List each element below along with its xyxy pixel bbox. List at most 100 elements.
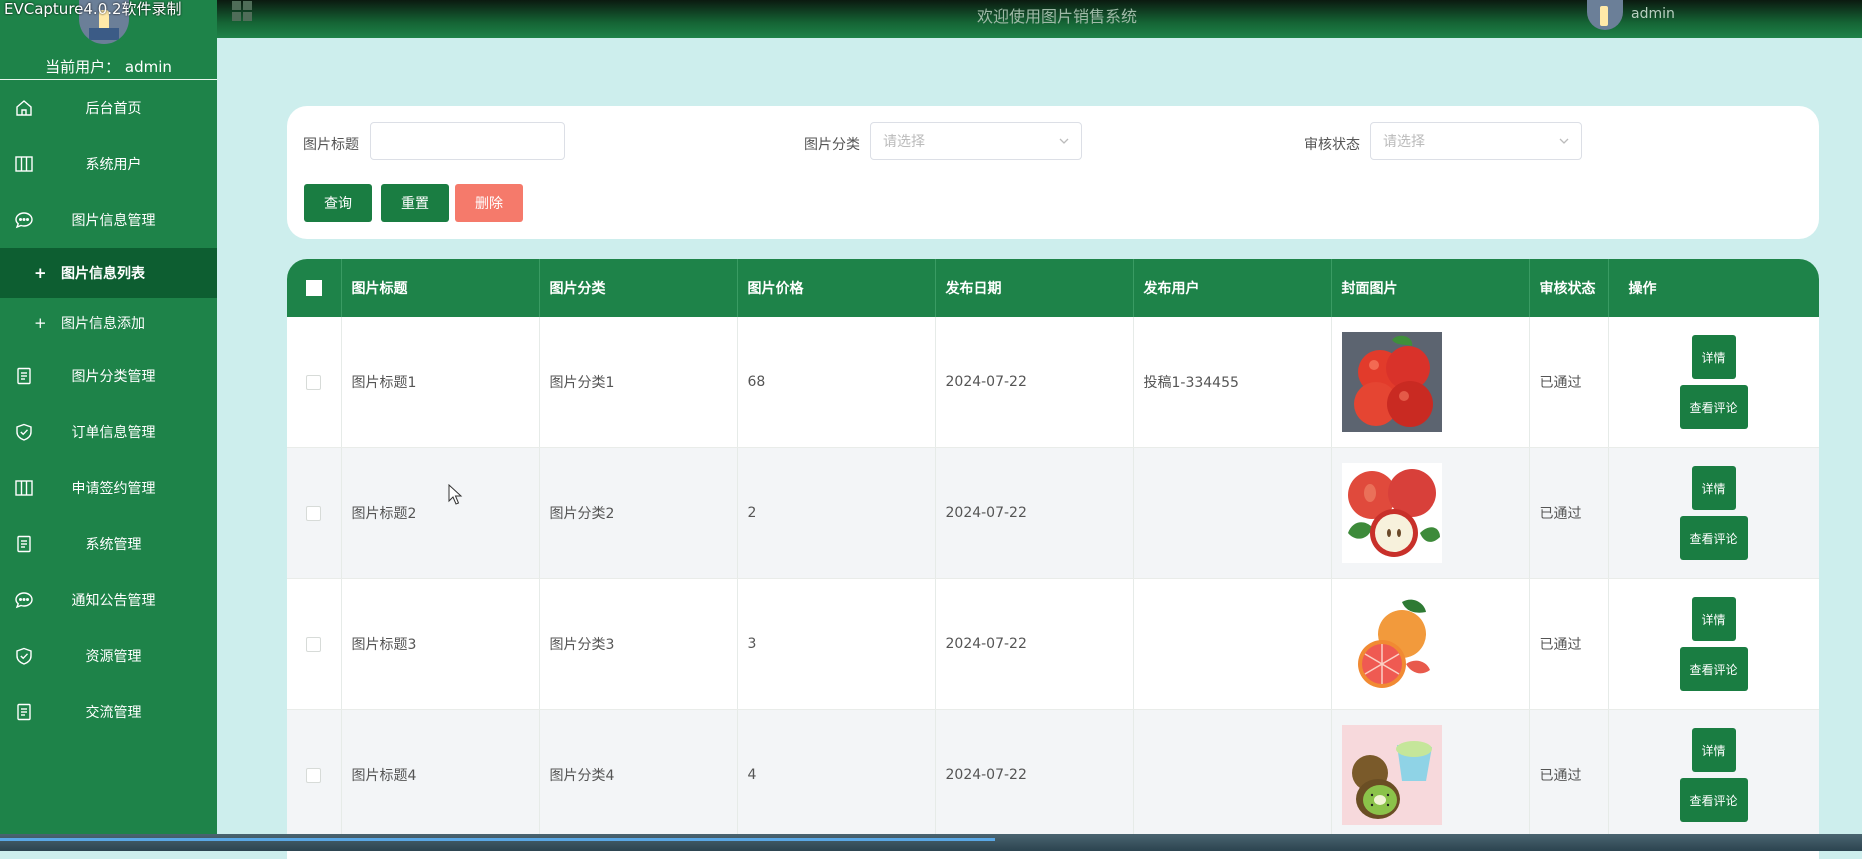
cell-date: 2024-07-22	[935, 578, 1134, 710]
mouse-cursor-icon	[448, 484, 463, 505]
cell-user	[1133, 578, 1332, 710]
sidebar-item-system-users[interactable]: 系统用户	[0, 136, 217, 192]
header-select-all[interactable]	[287, 259, 342, 317]
sidebar-item-contracts[interactable]: 申请签约管理	[0, 460, 217, 516]
columns-icon	[15, 480, 33, 496]
category-filter-label: 图片分类	[804, 137, 860, 153]
reset-button[interactable]: 重置	[381, 184, 449, 222]
sidebar: 当前用户： admin 后台首页 系统用户 图片信息管理 + 图片信息列表 + …	[0, 0, 217, 851]
sidebar-item-image-category[interactable]: 图片分类管理	[0, 348, 217, 404]
table-row: 图片标题2 图片分类2 2 2024-07-22 已通过 详情 查看评论	[287, 447, 1819, 579]
cell-status: 已通过	[1529, 447, 1609, 579]
sidebar-subitem-image-list[interactable]: + 图片信息列表	[0, 248, 217, 298]
cell-category: 图片分类4	[539, 709, 738, 841]
document-icon	[17, 367, 31, 385]
view-comments-button[interactable]: 查看评论	[1679, 647, 1748, 691]
current-user-name: admin	[124, 58, 172, 76]
row-checkbox[interactable]	[306, 636, 322, 652]
recording-progress	[0, 838, 995, 841]
sidebar-item-resources[interactable]: 资源管理	[0, 628, 217, 684]
row-select[interactable]	[287, 578, 342, 710]
sidebar-item-image-info[interactable]: 图片信息管理	[0, 192, 217, 248]
cover-image-grapefruit[interactable]	[1341, 594, 1442, 694]
top-username[interactable]: admin	[1631, 6, 1675, 22]
cover-image-kiwi[interactable]	[1341, 725, 1442, 825]
plus-icon: +	[34, 264, 47, 282]
cell-price: 2	[737, 447, 936, 579]
cell-cover	[1331, 317, 1530, 448]
sidebar-item-home[interactable]: 后台首页	[0, 80, 217, 136]
plus-icon: +	[34, 314, 47, 332]
view-comments-button[interactable]: 查看评论	[1679, 385, 1748, 429]
detail-button[interactable]: 详情	[1691, 597, 1736, 641]
page-title: 欢迎使用图片销售系统	[977, 7, 1138, 26]
cell-user	[1133, 709, 1332, 841]
column-header-actions: 操作	[1608, 259, 1819, 317]
select-all-checkbox[interactable]	[305, 280, 322, 296]
category-filter-select[interactable]: 请选择	[870, 122, 1082, 160]
row-checkbox[interactable]	[306, 374, 322, 390]
detail-button[interactable]: 详情	[1691, 728, 1736, 772]
detail-button[interactable]: 详情	[1691, 466, 1736, 510]
sidebar-item-system[interactable]: 系统管理	[0, 516, 217, 572]
avatar[interactable]	[1587, 0, 1623, 30]
cell-price: 68	[737, 317, 936, 448]
cell-category: 图片分类2	[539, 447, 738, 579]
sidebar-item-exchange[interactable]: 交流管理	[0, 684, 217, 740]
column-header-cover: 封面图片	[1331, 259, 1530, 317]
query-button[interactable]: 查询	[304, 184, 372, 222]
column-header-date: 发布日期	[935, 259, 1134, 317]
status-filter-select[interactable]: 请选择	[1370, 122, 1582, 160]
cell-title: 图片标题4	[341, 709, 540, 841]
grid-menu-icon[interactable]	[231, 0, 253, 22]
cell-category: 图片分类1	[539, 317, 738, 448]
sidebar-subitem-image-add[interactable]: + 图片信息添加	[0, 298, 217, 348]
delete-button[interactable]: 删除	[455, 184, 523, 222]
shield-check-icon	[16, 647, 32, 665]
view-comments-button[interactable]: 查看评论	[1679, 516, 1748, 560]
chat-icon	[15, 592, 33, 609]
cell-title: 图片标题1	[341, 317, 540, 448]
data-table: 图片标题 图片分类 图片价格 发布日期 发布用户 封面图片 审核状态 操作 图片…	[287, 259, 1819, 859]
table-row: 图片标题1 图片分类1 68 2024-07-22 投稿1-334455 已通过	[287, 317, 1819, 448]
detail-button[interactable]: 详情	[1691, 335, 1736, 379]
column-header-status: 审核状态	[1529, 259, 1609, 317]
title-filter-input[interactable]	[370, 122, 565, 160]
cell-date: 2024-07-22	[935, 447, 1134, 579]
table-row: 图片标题4 图片分类4 4 2024-07-22 已通过 详情 查看评论	[287, 709, 1819, 841]
cell-cover	[1331, 578, 1530, 710]
cell-actions: 详情 查看评论	[1608, 578, 1819, 710]
row-checkbox[interactable]	[306, 505, 322, 521]
status-filter-placeholder: 请选择	[1383, 134, 1425, 150]
sidebar-menu: 后台首页 系统用户 图片信息管理 + 图片信息列表 + 图片信息添加 图片分类管…	[0, 80, 217, 740]
cell-actions: 详情 查看评论	[1608, 709, 1819, 841]
cell-status: 已通过	[1529, 317, 1609, 448]
recording-bar	[0, 834, 1862, 851]
column-header-category: 图片分类	[539, 259, 738, 317]
column-header-user: 发布用户	[1133, 259, 1332, 317]
cell-cover	[1331, 447, 1530, 579]
search-panel: 图片标题 图片分类 请选择 审核状态 请选择 查询 重置 删除	[287, 106, 1819, 239]
cell-user: 投稿1-334455	[1133, 317, 1332, 448]
cell-cover	[1331, 709, 1530, 841]
row-checkbox[interactable]	[306, 767, 322, 783]
cell-price: 3	[737, 578, 936, 710]
cell-status: 已通过	[1529, 709, 1609, 841]
row-select[interactable]	[287, 317, 342, 448]
column-header-title: 图片标题	[341, 259, 540, 317]
sidebar-item-orders[interactable]: 订单信息管理	[0, 404, 217, 460]
topbar: 欢迎使用图片销售系统 admin	[217, 0, 1862, 38]
sidebar-subitem-label: 图片信息添加	[61, 316, 145, 332]
recorder-watermark: EVCapture4.0.2软件录制	[4, 0, 182, 18]
row-select[interactable]	[287, 709, 342, 841]
current-user: 当前用户： admin	[0, 56, 217, 77]
chevron-down-icon	[1559, 138, 1569, 144]
column-header-price: 图片价格	[737, 259, 936, 317]
view-comments-button[interactable]: 查看评论	[1679, 778, 1748, 822]
cover-image-red-apples[interactable]	[1341, 332, 1442, 432]
cell-title: 图片标题2	[341, 447, 540, 579]
sidebar-item-notices[interactable]: 通知公告管理	[0, 572, 217, 628]
row-select[interactable]	[287, 447, 342, 579]
cover-image-sliced-apple[interactable]	[1341, 463, 1442, 563]
current-user-label: 当前用户：	[45, 58, 121, 76]
